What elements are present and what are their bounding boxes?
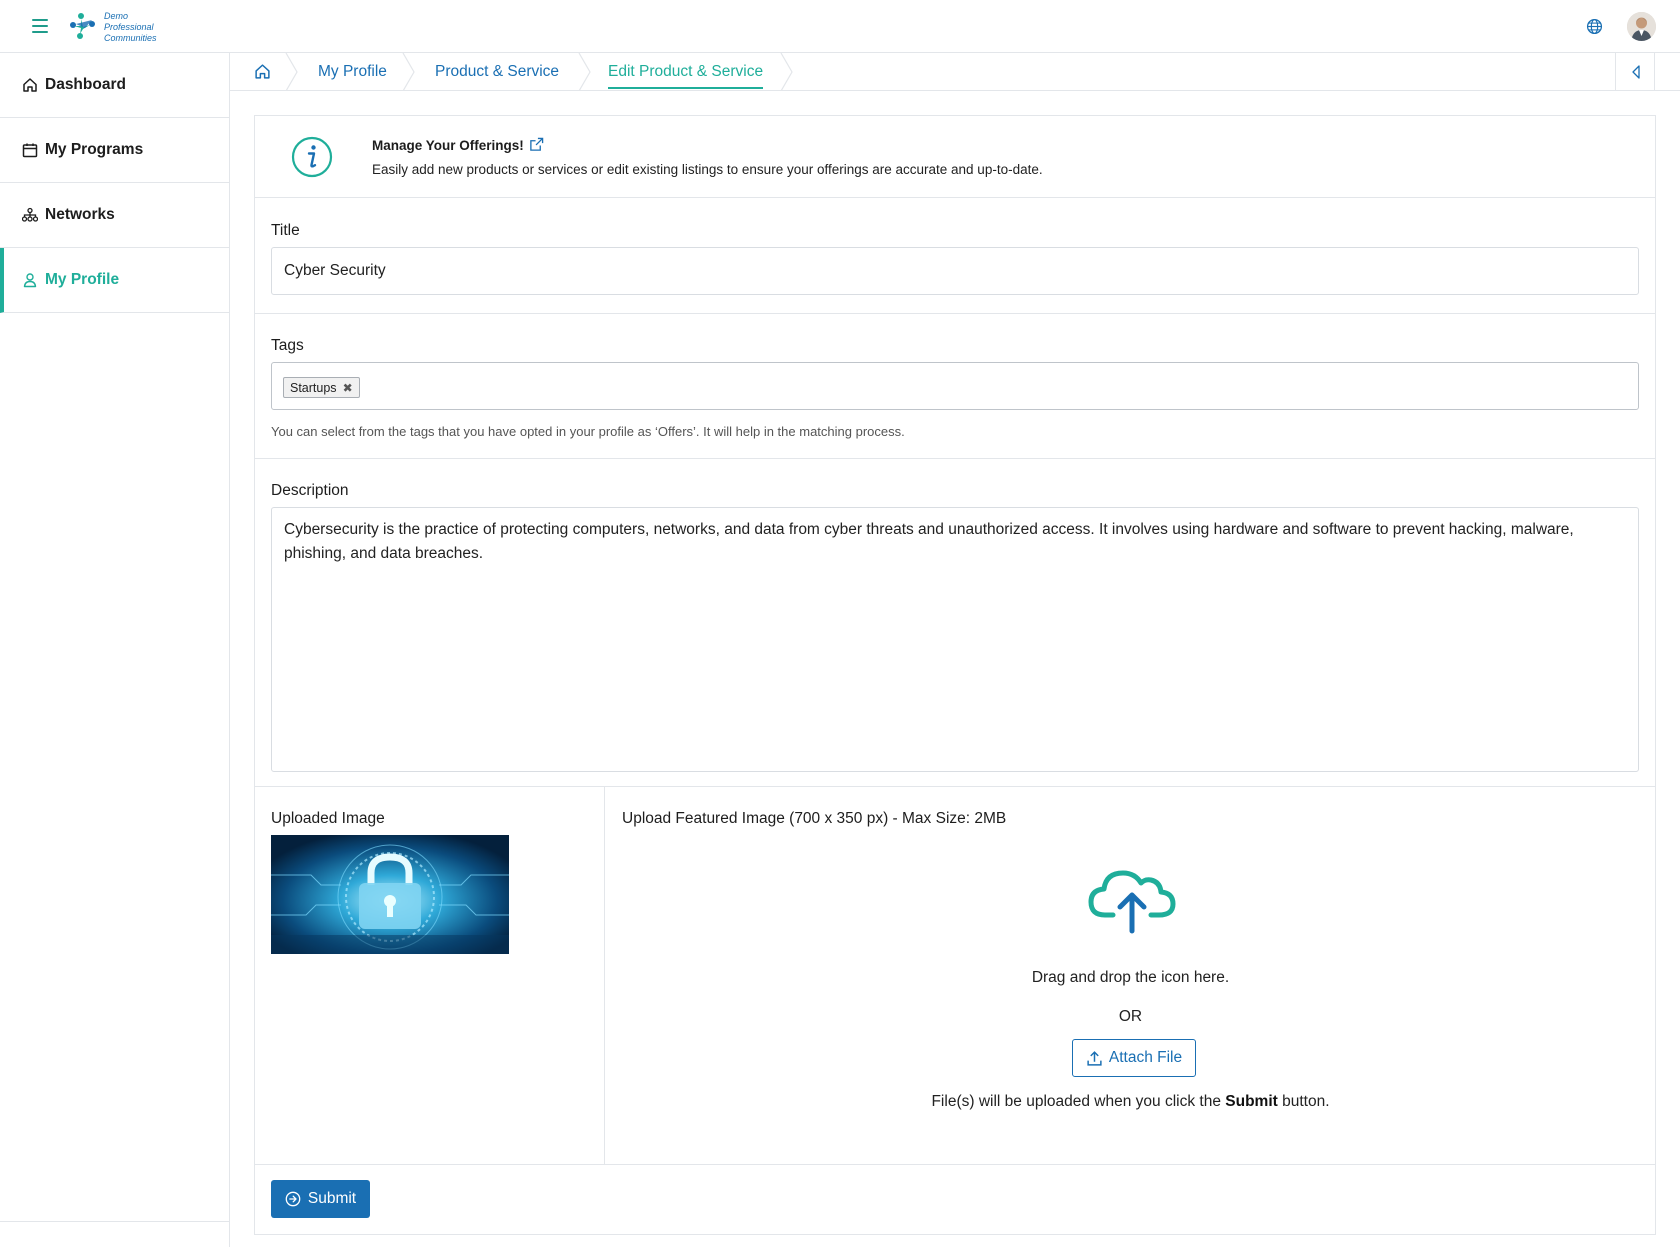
breadcrumb: My Profile Product & Service Edit Produc… [230,53,1680,91]
top-bar: Demo Professional Communities [0,0,1680,53]
collapse-panel-button[interactable] [1615,53,1655,91]
upload-icon [1087,1050,1102,1066]
home-icon[interactable] [254,63,271,80]
padlock-image [271,835,509,954]
breadcrumb-edit-product-service[interactable]: Edit Product & Service [608,63,764,89]
tags-help-text: You can select from the tags that you ha… [271,424,905,439]
sidebar-item-label: Dashboard [45,76,126,93]
external-link-icon[interactable] [529,137,544,152]
info-icon [291,136,333,178]
uploaded-image-panel: Uploaded Image [255,787,605,1164]
sidebar-item-my-profile[interactable]: My Profile [0,248,229,313]
hamburger-icon[interactable] [32,19,48,33]
attach-file-label: Attach File [1108,1049,1183,1066]
featured-image-label: Upload Featured Image (700 x 350 px) - M… [622,810,1007,827]
info-banner: Manage Your Offerings! Easily add new pr… [255,116,1655,198]
avatar[interactable] [1627,12,1656,41]
tag-label: Startups [290,380,337,395]
uploaded-image-label: Uploaded Image [271,810,385,827]
logo-text: Demo Professional Communities [104,11,157,43]
tag-chip: Startups ✖ [283,377,360,398]
attach-file-button[interactable]: Attach File [1072,1039,1196,1077]
drag-drop-text: Drag and drop the icon here. [1031,969,1230,986]
sidebar-item-label: My Programs [45,141,144,158]
chevron-right-icon [578,53,591,91]
upload-note: File(s) will be uploaded when you click … [606,1093,1655,1111]
chevron-right-icon [780,53,793,91]
chevron-right-icon [402,53,415,91]
triangle-left-icon [1632,65,1640,79]
cloud-upload-icon [1088,870,1176,934]
upload-dropzone[interactable]: Upload Featured Image (700 x 350 px) - M… [606,787,1655,1164]
description-textarea[interactable]: Cybersecurity is the practice of protect… [271,507,1639,772]
sidebar-item-networks[interactable]: Networks [0,183,229,248]
sidebar-item-dashboard[interactable]: Dashboard [0,53,229,118]
sidebar-item-my-programs[interactable]: My Programs [0,118,229,183]
upload-section: Uploaded Image Upload Featured Image (70… [255,787,1655,1165]
description-section: Description Cybersecurity is the practic… [255,459,1655,787]
remove-tag-icon[interactable]: ✖ [343,381,353,395]
title-label: Title [271,222,300,239]
submit-label: Submit [307,1190,357,1207]
chevron-right-icon [285,53,298,91]
globe-icon[interactable] [1586,18,1603,35]
network-icon [22,207,38,222]
upload-note-prefix: File(s) will be uploaded when you click … [931,1093,1221,1110]
description-label: Description [271,482,349,499]
home-icon [23,78,37,92]
calendar-icon [22,143,38,158]
title-input[interactable] [271,247,1639,295]
tags-label: Tags [271,337,304,354]
sidebar-footer-divider [0,1221,230,1222]
sidebar-item-label: My Profile [45,271,120,288]
upload-note-suffix: button. [1282,1093,1330,1110]
submit-button[interactable]: Submit [271,1180,370,1218]
or-text: OR [1118,1008,1143,1025]
uploaded-image-thumbnail [271,835,509,954]
sidebar: Dashboard My Programs Networks My Profil… [0,53,230,1247]
breadcrumb-product-service[interactable]: Product & Service [435,63,559,81]
upload-note-bold: Submit [1225,1093,1278,1110]
title-section: Title [255,199,1655,314]
product-form-card: Manage Your Offerings! Easily add new pr… [254,115,1656,1235]
info-description: Easily add new products or services or e… [372,162,1043,177]
user-icon [23,273,37,288]
tags-input[interactable]: Startups ✖ [271,362,1639,410]
breadcrumb-my-profile[interactable]: My Profile [318,63,387,81]
avatar-image [1627,12,1656,41]
info-title: Manage Your Offerings! [372,138,524,153]
tags-section: Tags Startups ✖ You can select from the … [255,314,1655,459]
arrow-circle-right-icon [285,1191,301,1207]
sidebar-item-label: Networks [45,206,115,223]
